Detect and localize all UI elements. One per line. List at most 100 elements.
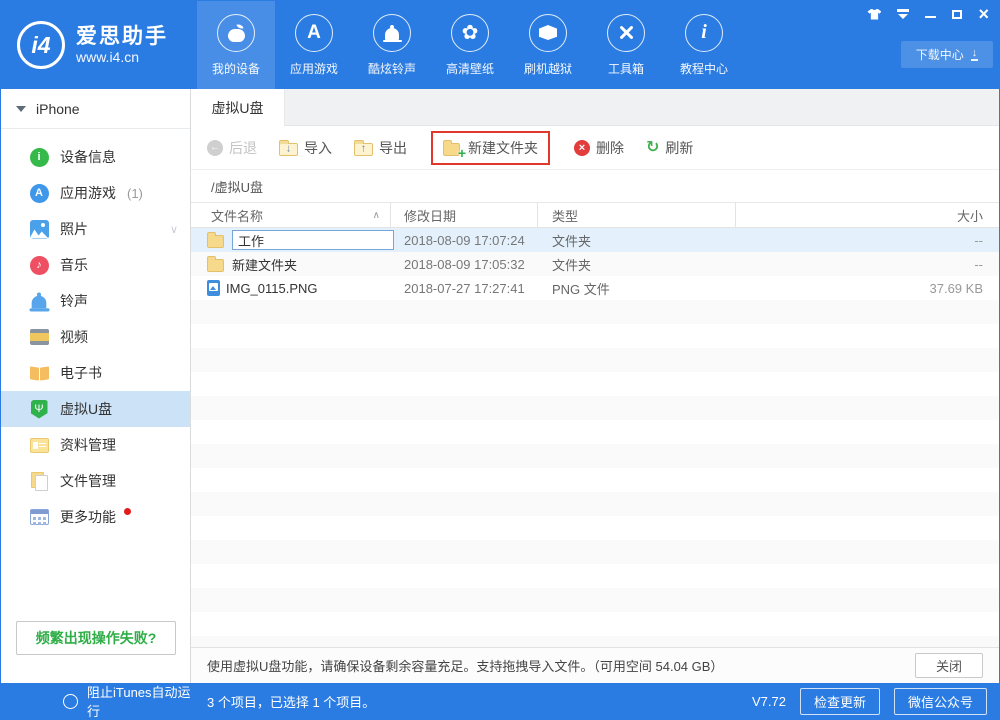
back-button[interactable]: ← 后退 (207, 138, 257, 158)
apps-count-badge: (1) (127, 186, 143, 201)
tray-arrow-icon (897, 9, 909, 19)
itunes-toggle[interactable]: 阻止iTunes自动运行 (1, 682, 191, 720)
column-header-name[interactable]: 文件名称 ∧ (191, 203, 391, 227)
app-window: i4 爱思助手 www.i4.cn 我的设备 A 应用游戏 酷炫铃声 ✿ 高清壁… (0, 0, 1000, 720)
maximize-icon (952, 10, 962, 19)
shirt-icon (867, 9, 881, 20)
chevron-down-icon[interactable]: ∨ (170, 223, 178, 236)
filmstrip-icon (30, 329, 49, 345)
maximize-button[interactable] (952, 10, 962, 19)
nav-wallpapers[interactable]: ✿ 高清壁纸 (431, 1, 509, 89)
new-folder-highlight-box: + 新建文件夹 (431, 131, 550, 165)
table-row[interactable]: IMG_0115.PNG 2018-07-27 17:27:41 PNG 文件 … (191, 276, 999, 300)
file-list: 2018-08-09 17:07:24 文件夹 -- 新建文件夹 2018-08… (191, 228, 999, 647)
music-icon: ♪ (30, 256, 49, 275)
new-folder-button[interactable]: + 新建文件夹 (443, 138, 538, 158)
status-bar-right: V7.72 检查更新 微信公众号 (752, 688, 999, 715)
download-icon: ↓ (971, 48, 979, 61)
main-nav: 我的设备 A 应用游戏 酷炫铃声 ✿ 高清壁纸 刷机越狱 工具箱 (197, 1, 743, 89)
folder-icon (207, 259, 224, 272)
book-icon (30, 366, 49, 381)
sidebar-item-apps-games[interactable]: A 应用游戏 (1) (1, 175, 190, 211)
box-icon (539, 25, 557, 40)
theme-skin-button[interactable] (867, 9, 881, 20)
nav-ringtones[interactable]: 酷炫铃声 (353, 1, 431, 89)
nav-my-device[interactable]: 我的设备 (197, 1, 275, 89)
selection-summary: 3 个项目，已选择 1 个项目。 (191, 692, 375, 711)
brand-url: www.i4.cn (76, 49, 168, 65)
sidebar-item-music[interactable]: ♪ 音乐 (1, 247, 190, 283)
version-label: V7.72 (752, 694, 786, 709)
folder-icon (207, 235, 224, 248)
delete-icon: × (574, 140, 590, 156)
minimize-to-tray-button[interactable] (897, 9, 909, 19)
sidebar-list: i 设备信息 A 应用游戏 (1) 照片 ∨ ♪ 音乐 (1, 129, 190, 535)
bell-icon (32, 296, 47, 309)
radio-unchecked-icon[interactable] (63, 694, 78, 709)
sidebar-item-device-info[interactable]: i 设备信息 (1, 139, 190, 175)
sidebar: iPhone i 设备信息 A 应用游戏 (1) 照片 ∨ ♪ (1, 89, 191, 683)
import-button[interactable]: ↓ 导入 (279, 138, 332, 158)
nav-flash-jailbreak[interactable]: 刷机越狱 (509, 1, 587, 89)
check-update-button[interactable]: 检查更新 (800, 688, 880, 715)
device-selector[interactable]: iPhone (1, 89, 190, 129)
download-center-button[interactable]: 下载中心 ↓ (901, 41, 993, 68)
app-header: i4 爱思助手 www.i4.cn 我的设备 A 应用游戏 酷炫铃声 ✿ 高清壁… (1, 1, 999, 89)
documents-icon (31, 472, 47, 490)
rename-input[interactable] (232, 230, 394, 250)
usb-shield-icon: Ψ (31, 400, 48, 419)
column-header-type[interactable]: 类型 (538, 203, 736, 227)
png-file-icon (207, 280, 220, 296)
sidebar-item-ebooks[interactable]: 电子书 (1, 355, 190, 391)
id-card-icon (30, 438, 49, 453)
table-row[interactable]: 新建文件夹 2018-08-09 17:05:32 文件夹 -- (191, 252, 999, 276)
device-info-icon: i (30, 148, 49, 167)
close-panel-button[interactable]: 关闭 (915, 653, 983, 678)
apple-icon (228, 24, 245, 42)
sidebar-item-file-management[interactable]: 文件管理 (1, 463, 190, 499)
status-bar: 阻止iTunes自动运行 3 个项目，已选择 1 个项目。 V7.72 检查更新… (1, 683, 999, 719)
breadcrumb-path: /虚拟U盘 (191, 170, 999, 202)
appstore-icon: A (307, 22, 321, 44)
info-bar: 使用虚拟U盘功能，请确保设备剩余容量充足。支持拖拽导入文件。（可用空间 54.0… (191, 647, 999, 683)
nav-apps-games[interactable]: A 应用游戏 (275, 1, 353, 89)
sort-asc-icon: ∧ (373, 210, 380, 221)
sidebar-item-virtual-usb[interactable]: Ψ 虚拟U盘 (1, 391, 190, 427)
nav-toolbox[interactable]: 工具箱 (587, 1, 665, 89)
close-icon: × (978, 8, 989, 20)
table-row[interactable]: 2018-08-09 17:07:24 文件夹 -- (191, 228, 999, 252)
window-controls: × (867, 7, 989, 21)
flower-icon: ✿ (462, 23, 479, 43)
photos-icon (30, 220, 49, 239)
column-header-size[interactable]: 大小 (736, 203, 999, 227)
table-header: 文件名称 ∧ 修改日期 类型 大小 (191, 202, 999, 228)
bell-icon (385, 28, 399, 40)
app-body: iPhone i 设备信息 A 应用游戏 (1) 照片 ∨ ♪ (1, 89, 999, 683)
info-icon: i (701, 21, 707, 44)
column-header-date[interactable]: 修改日期 (391, 203, 538, 227)
wechat-account-button[interactable]: 微信公众号 (894, 688, 987, 715)
sidebar-item-ringtones[interactable]: 铃声 (1, 283, 190, 319)
tab-virtual-usb[interactable]: 虚拟U盘 (191, 89, 285, 126)
minimize-button[interactable] (925, 10, 936, 19)
refresh-button[interactable]: ↻ 刷新 (646, 138, 693, 158)
sidebar-item-more-functions[interactable]: 更多功能 (1, 499, 190, 535)
sidebar-item-data-management[interactable]: 资料管理 (1, 427, 190, 463)
notification-dot (124, 508, 131, 515)
close-window-button[interactable]: × (978, 8, 989, 20)
minimize-icon (925, 16, 936, 19)
export-button[interactable]: ↑ 导出 (354, 138, 407, 158)
nav-tutorials[interactable]: i 教程中心 (665, 1, 743, 89)
sidebar-item-videos[interactable]: 视频 (1, 319, 190, 355)
refresh-icon: ↻ (646, 140, 659, 156)
delete-button[interactable]: × 删除 (574, 138, 624, 158)
tools-icon (618, 24, 635, 41)
toolbar: ← 后退 ↓ 导入 ↑ 导出 + 新建文件夹 (191, 126, 999, 170)
main-panel: 虚拟U盘 ← 后退 ↓ 导入 ↑ 导出 + 新建文件夹 (191, 89, 999, 683)
empty-list-area (191, 300, 999, 647)
back-icon: ← (207, 140, 223, 156)
i4-logo-icon: i4 (17, 21, 65, 69)
operation-failure-help-button[interactable]: 频繁出现操作失败? (16, 621, 176, 655)
collapse-triangle-icon (16, 106, 26, 112)
sidebar-item-photos[interactable]: 照片 ∨ (1, 211, 190, 247)
